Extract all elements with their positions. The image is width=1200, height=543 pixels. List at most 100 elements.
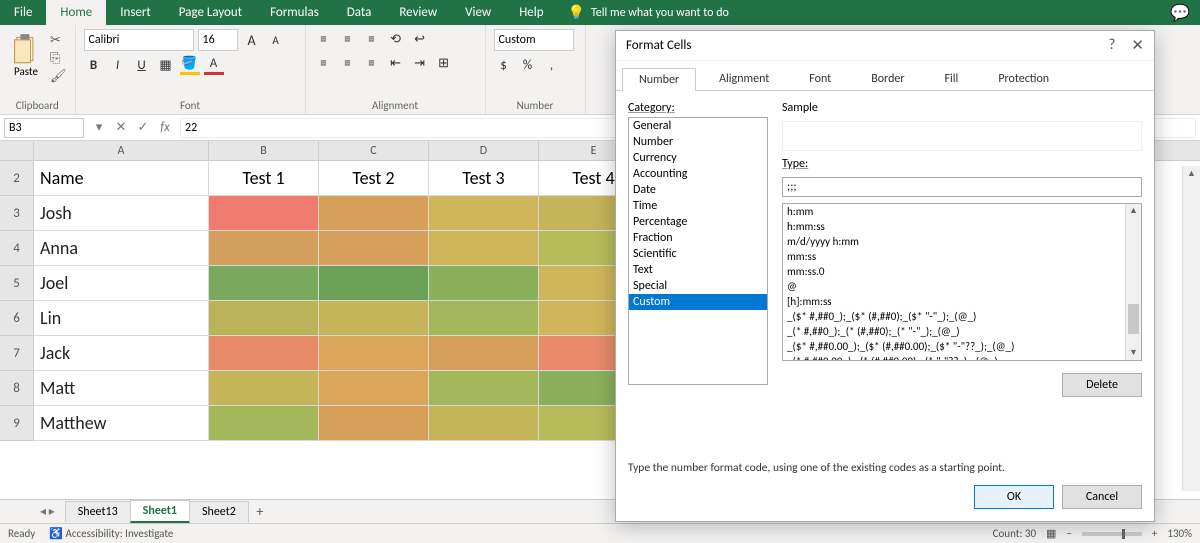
cell[interactable] bbox=[209, 336, 319, 371]
cell[interactable] bbox=[319, 301, 429, 336]
tab-insert[interactable]: Insert bbox=[106, 0, 165, 25]
cell[interactable] bbox=[319, 196, 429, 231]
cell[interactable] bbox=[319, 406, 429, 441]
delete-button[interactable]: Delete bbox=[1062, 373, 1142, 397]
vertical-scrollbar[interactable]: ▲ bbox=[1182, 166, 1200, 491]
cell[interactable]: Test 2 bbox=[319, 161, 429, 196]
tab-data[interactable]: Data bbox=[333, 0, 386, 25]
cell[interactable]: Jack bbox=[34, 336, 209, 371]
view-normal-icon[interactable]: ▦ bbox=[1046, 527, 1056, 540]
dlg-tab-fill[interactable]: Fill bbox=[928, 67, 976, 90]
zoom-in-icon[interactable]: + bbox=[1152, 527, 1157, 540]
font-color-icon[interactable]: A bbox=[204, 55, 224, 75]
cell[interactable]: Joel bbox=[34, 266, 209, 301]
tab-file[interactable]: File bbox=[0, 0, 46, 25]
row-header[interactable]: 5 bbox=[0, 266, 34, 301]
col-header-b[interactable]: B bbox=[209, 141, 319, 160]
scroll-thumb[interactable] bbox=[1128, 304, 1139, 334]
cut-icon[interactable]: ✂ bbox=[50, 33, 67, 48]
cell[interactable]: Test 3 bbox=[429, 161, 539, 196]
cell[interactable] bbox=[429, 266, 539, 301]
cell[interactable] bbox=[209, 301, 319, 336]
cell[interactable]: Matthew bbox=[34, 406, 209, 441]
scroll-up-icon[interactable]: ▲ bbox=[1183, 166, 1200, 182]
align-middle-icon[interactable]: ≡ bbox=[338, 29, 358, 49]
cell[interactable] bbox=[429, 406, 539, 441]
add-sheet-button[interactable]: + bbox=[248, 503, 272, 520]
format-painter-icon[interactable]: 🖌 bbox=[50, 69, 67, 84]
sheet-tab[interactable]: Sheet1 bbox=[130, 500, 190, 523]
cell[interactable]: Test 1 bbox=[209, 161, 319, 196]
wrap-text-icon[interactable]: ↩ bbox=[410, 29, 430, 49]
format-item[interactable]: _($* #,##0.00_);_($* (#,##0.00);_($* "-"… bbox=[783, 339, 1141, 354]
name-box[interactable] bbox=[4, 118, 84, 138]
fx-icon[interactable]: fx bbox=[154, 120, 176, 135]
cell[interactable] bbox=[429, 231, 539, 266]
zoom-out-icon[interactable]: − bbox=[1066, 527, 1071, 540]
copy-icon[interactable]: ⎘ bbox=[50, 51, 67, 66]
format-item[interactable]: _($* #,##0_);_($* (#,##0);_($* "-"_);_(@… bbox=[783, 309, 1141, 324]
dlg-tab-border[interactable]: Border bbox=[854, 67, 921, 90]
format-item[interactable]: h:mm bbox=[783, 204, 1141, 219]
format-item[interactable]: h:mm:ss bbox=[783, 219, 1141, 234]
tab-view[interactable]: View bbox=[451, 0, 505, 25]
row-header[interactable]: 8 bbox=[0, 371, 34, 406]
cell[interactable] bbox=[319, 231, 429, 266]
sheet-nav-icon[interactable]: ◂ ▸ bbox=[40, 504, 55, 519]
scroll-down-icon[interactable]: ▼ bbox=[1126, 346, 1141, 360]
type-input[interactable] bbox=[782, 177, 1142, 197]
paste-button[interactable]: Paste bbox=[8, 29, 44, 82]
dlg-tab-font[interactable]: Font bbox=[792, 67, 848, 90]
font-name-select[interactable] bbox=[84, 29, 194, 51]
cell[interactable]: Matt bbox=[34, 371, 209, 406]
border-icon[interactable]: ▦ bbox=[156, 55, 176, 75]
category-item[interactable]: Special bbox=[629, 278, 767, 294]
tell-me[interactable]: 💡 Tell me what you want to do bbox=[558, 0, 739, 25]
category-item[interactable]: Text bbox=[629, 262, 767, 278]
zoom-slider[interactable] bbox=[1082, 532, 1142, 536]
category-item[interactable]: Accounting bbox=[629, 166, 767, 182]
cell[interactable] bbox=[209, 266, 319, 301]
tab-review[interactable]: Review bbox=[385, 0, 451, 25]
enter-formula-icon[interactable]: ✓ bbox=[132, 120, 154, 135]
dialog-titlebar[interactable]: Format Cells ? ✕ bbox=[616, 31, 1154, 61]
tab-help[interactable]: Help bbox=[505, 0, 557, 25]
dlg-tab-number[interactable]: Number bbox=[622, 68, 696, 91]
cell[interactable] bbox=[209, 196, 319, 231]
row-header[interactable]: 4 bbox=[0, 231, 34, 266]
category-item[interactable]: Number bbox=[629, 134, 767, 150]
italic-button[interactable]: I bbox=[108, 55, 128, 75]
row-header[interactable]: 3 bbox=[0, 196, 34, 231]
format-item[interactable]: [h]:mm:ss bbox=[783, 294, 1141, 309]
row-header[interactable]: 6 bbox=[0, 301, 34, 336]
tab-home[interactable]: Home bbox=[46, 0, 106, 25]
scroll-up-icon[interactable]: ▲ bbox=[1126, 204, 1141, 218]
cell[interactable]: Anna bbox=[34, 231, 209, 266]
format-item[interactable]: m/d/yyyy h:mm bbox=[783, 234, 1141, 249]
category-item[interactable]: Custom bbox=[629, 294, 767, 310]
category-item[interactable]: Time bbox=[629, 198, 767, 214]
category-item[interactable]: Date bbox=[629, 182, 767, 198]
accessibility-status[interactable]: ♿ Accessibility: Investigate bbox=[49, 527, 173, 540]
cell[interactable]: Name bbox=[34, 161, 209, 196]
category-list[interactable]: GeneralNumberCurrencyAccountingDateTimeP… bbox=[628, 117, 768, 385]
currency-icon[interactable]: $ bbox=[494, 55, 514, 75]
align-right-icon[interactable]: ≡ bbox=[362, 53, 382, 73]
cancel-formula-icon[interactable]: ✕ bbox=[110, 120, 132, 135]
help-icon[interactable]: ? bbox=[1108, 36, 1115, 55]
col-header-d[interactable]: D bbox=[429, 141, 539, 160]
category-item[interactable]: Scientific bbox=[629, 246, 767, 262]
format-scrollbar[interactable]: ▲ ▼ bbox=[1125, 204, 1141, 360]
category-item[interactable]: General bbox=[629, 118, 767, 134]
merge-icon[interactable]: ⊞ bbox=[434, 53, 454, 73]
cell[interactable] bbox=[209, 231, 319, 266]
format-list[interactable]: h:mmh:mm:ssm/d/yyyy h:mmmm:ssmm:ss.0@[h]… bbox=[782, 203, 1142, 361]
sheet-tab[interactable]: Sheet2 bbox=[189, 501, 249, 522]
cell[interactable] bbox=[209, 406, 319, 441]
cell[interactable] bbox=[319, 266, 429, 301]
underline-button[interactable]: U bbox=[132, 55, 152, 75]
align-left-icon[interactable]: ≡ bbox=[314, 53, 334, 73]
close-icon[interactable]: ✕ bbox=[1131, 36, 1144, 55]
cell[interactable]: Lin bbox=[34, 301, 209, 336]
decrease-font-icon[interactable]: A bbox=[266, 30, 286, 50]
